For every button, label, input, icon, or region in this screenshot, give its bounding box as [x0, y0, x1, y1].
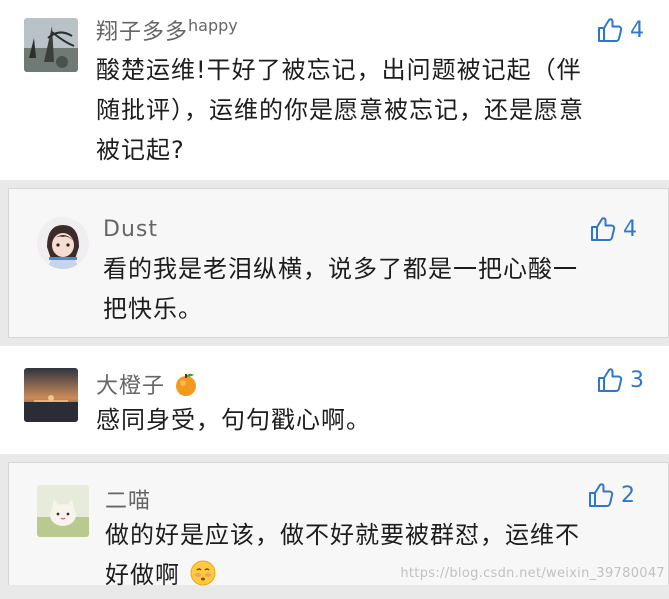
- like-button[interactable]: 2: [587, 481, 635, 509]
- avatar[interactable]: [37, 217, 89, 269]
- comment-text: 看的我是老泪纵横，说多了都是一把心酸一 把快乐。: [103, 249, 643, 329]
- like-count: 3: [630, 367, 644, 393]
- anime-girl-avatar-icon: [37, 217, 89, 269]
- watermark: https://blog.csdn.net/weixin_39780047: [400, 566, 665, 581]
- avatar[interactable]: [37, 485, 89, 537]
- cat-avatar-icon: [37, 485, 89, 537]
- like-button[interactable]: 4: [589, 215, 637, 243]
- thumbs-up-icon: [589, 483, 614, 507]
- like-count: 2: [621, 482, 635, 508]
- thumbs-up-icon: [591, 217, 616, 241]
- comment-text: 感同身受，句句戳心啊。: [96, 400, 636, 440]
- comment-line: 被记起?: [96, 136, 185, 164]
- comment-text: 酸楚运维!干好了被忘记，出问题被记起（伴 随批评），运维的你是愿意被忘记，还是愿…: [96, 50, 656, 170]
- username[interactable]: 二喵: [105, 483, 151, 515]
- comment-line: 看的我是老泪纵横，说多了都是一把心酸一: [103, 255, 578, 283]
- comment-line: 把快乐。: [103, 295, 203, 323]
- comment-text: 做的好是应该，做不好就要被群怼，运维不 好做啊: [105, 515, 645, 599]
- like-button[interactable]: 3: [596, 366, 644, 394]
- landscape-avatar-icon: [24, 18, 78, 72]
- like-count: 4: [623, 216, 637, 242]
- comment-line: 随批评），运维的你是愿意被忘记，还是愿意: [96, 96, 584, 124]
- comment-card: 大橙子 3 感同身受，句句戳心啊。: [0, 346, 669, 454]
- username-suffix: happy: [188, 16, 238, 35]
- orange-emoji-icon: [173, 371, 199, 403]
- avatar[interactable]: [24, 18, 78, 72]
- comment-line: 感同身受，句句戳心啊。: [96, 406, 371, 434]
- thumbs-up-icon: [598, 18, 623, 42]
- comment-line: 酸楚运维!干好了被忘记，出问题被记起（伴: [96, 56, 582, 84]
- reply-card: Dust 4 看的我是老泪纵横，说多了都是一把心酸一 把快乐。: [8, 188, 669, 338]
- comment-line: 做的好是应该，做不好就要被群怼，运维不: [105, 521, 580, 549]
- like-button[interactable]: 4: [596, 16, 644, 44]
- thumbs-up-icon: [598, 368, 623, 392]
- like-count: 4: [630, 17, 644, 43]
- username[interactable]: 大橙子: [96, 368, 199, 403]
- blushing-face-emoji-icon: [189, 559, 217, 599]
- username[interactable]: 翔子多多happy: [96, 14, 238, 46]
- username-text: 翔子多多: [96, 20, 189, 45]
- comment-card: 翔子多多happy 4 酸楚运维!干好了被忘记，出问题被记起（伴 随批评），运维…: [0, 0, 669, 180]
- avatar[interactable]: [24, 368, 78, 422]
- sunset-avatar-icon: [24, 368, 78, 422]
- username-text: 大橙子: [96, 374, 166, 399]
- username[interactable]: Dust: [103, 217, 158, 242]
